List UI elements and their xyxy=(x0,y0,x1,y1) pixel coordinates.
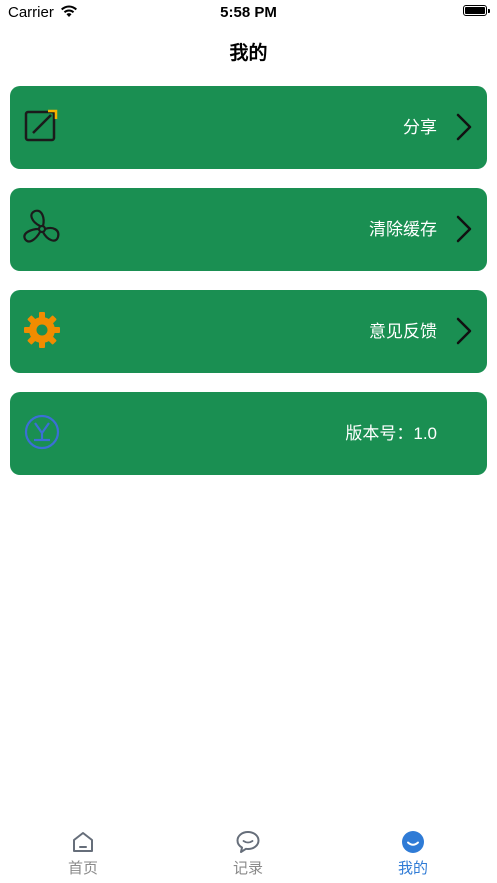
page-title: 我的 xyxy=(229,43,268,64)
tab-bar: 首页 记录 我的 xyxy=(0,823,497,883)
status-bar: Carrier 5:58 PM xyxy=(0,0,497,26)
version-row: 版本号：1.0 xyxy=(10,392,487,475)
chat-bubble-icon xyxy=(236,831,260,853)
clock: 5:58 PM xyxy=(220,4,277,21)
tab-mine-label: 我的 xyxy=(397,860,428,877)
feedback-row[interactable]: 意见反馈 xyxy=(10,290,487,373)
share-label: 分享 xyxy=(403,118,437,137)
version-icon xyxy=(24,414,60,450)
chevron-right-icon xyxy=(456,113,472,141)
gear-icon xyxy=(24,312,60,348)
chevron-right-icon xyxy=(456,215,472,243)
profile-smile-icon xyxy=(402,831,424,853)
tab-home[interactable]: 首页 xyxy=(43,829,123,878)
share-row[interactable]: 分享 xyxy=(10,86,487,169)
share-icon xyxy=(24,109,58,142)
tab-records[interactable]: 记录 xyxy=(208,829,288,878)
tab-home-label: 首页 xyxy=(67,860,98,877)
tab-records-label: 记录 xyxy=(232,860,263,877)
chevron-right-icon xyxy=(456,317,472,345)
clear-cache-row[interactable]: 清除缓存 xyxy=(10,188,487,271)
version-label: 版本号：1.0 xyxy=(345,424,437,443)
tab-mine[interactable]: 我的 xyxy=(373,829,453,878)
battery-icon xyxy=(463,5,490,16)
clear-cache-label: 清除缓存 xyxy=(369,220,437,239)
home-icon xyxy=(73,832,93,852)
feedback-label: 意见反馈 xyxy=(369,322,437,341)
fan-icon xyxy=(23,209,60,243)
